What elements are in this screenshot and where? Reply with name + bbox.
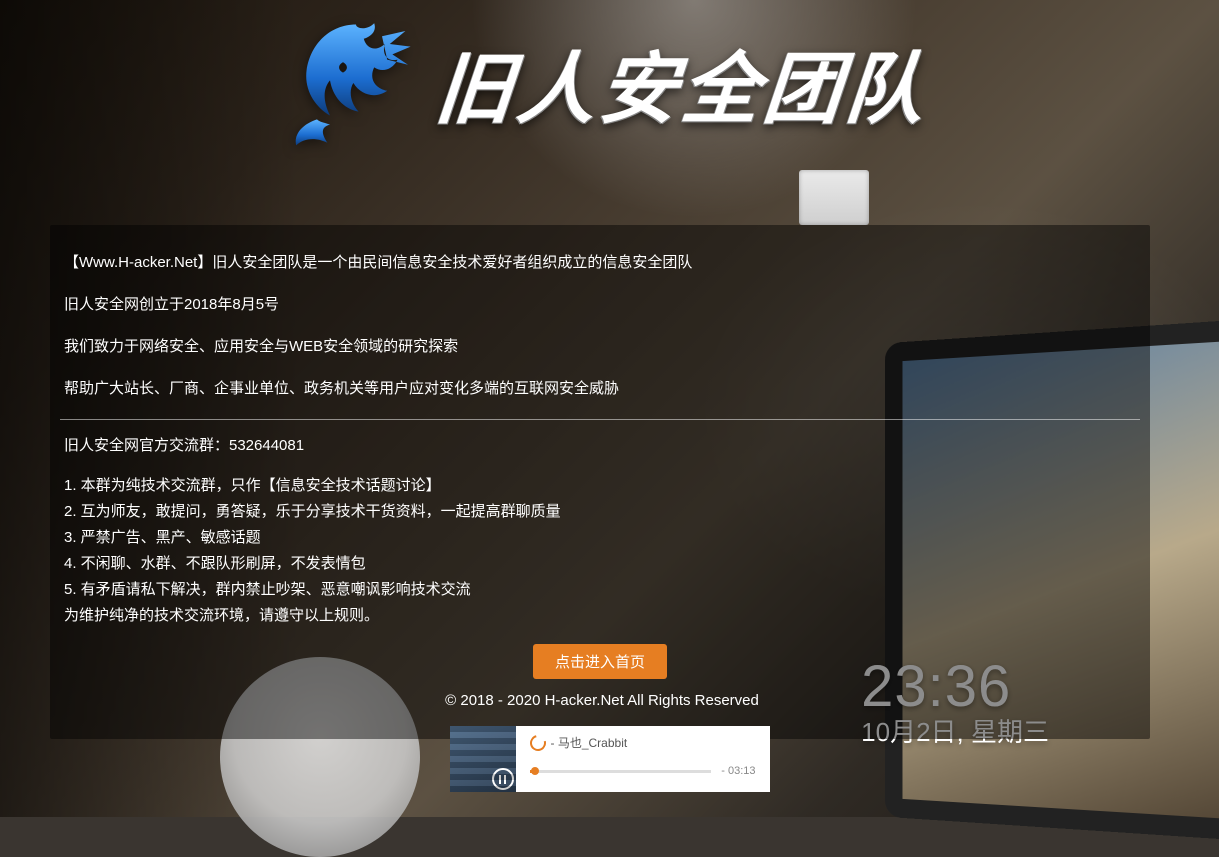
- intro-card: 【Www.H-acker.Net】旧人安全团队是一个由民间信息安全技术爱好者组织…: [50, 225, 1150, 739]
- intro-line-2: 旧人安全网创立于2018年8月5号: [60, 293, 1140, 317]
- hero-title: 旧人安全团队: [431, 27, 933, 139]
- track-duration: - 03:13: [721, 765, 755, 777]
- music-player[interactable]: - 马也_Crabbit - 03:13: [450, 726, 770, 792]
- intro-line-1: 【Www.H-acker.Net】旧人安全团队是一个由民间信息安全技术爱好者组织…: [60, 251, 1140, 275]
- progress-bar[interactable]: - 03:13: [530, 765, 756, 777]
- rules-block: 1. 本群为纯技术交流群，只作【信息安全技术话题讨论】 2. 互为师友，敢提问，…: [60, 474, 1140, 628]
- music-service-icon: [527, 732, 549, 754]
- divider: [60, 419, 1140, 420]
- hero: 旧人安全团队: [0, 18, 1219, 148]
- rule-2: 2. 互为师友，敢提问，勇答疑，乐于分享技术干货资料，一起提高群聊质量: [60, 500, 1140, 524]
- rule-1: 1. 本群为纯技术交流群，只作【信息安全技术话题讨论】: [60, 474, 1140, 498]
- rule-5: 5. 有矛盾请私下解决，群内禁止吵架、恶意嘲讽影响技术交流: [60, 578, 1140, 602]
- dragon-logo-icon: [291, 18, 421, 148]
- pause-icon[interactable]: [492, 768, 514, 790]
- rule-3: 3. 严禁广告、黑产、敏感话题: [60, 526, 1140, 550]
- rule-4: 4. 不闲聊、水群、不跟队形刷屏，不发表情包: [60, 552, 1140, 576]
- qq-group-line: 旧人安全网官方交流群：532644081: [60, 434, 1140, 458]
- album-art[interactable]: [450, 726, 516, 792]
- intro-line-4: 帮助广大站长、厂商、企事业单位、政务机关等用户应对变化多端的互联网安全威胁: [60, 377, 1140, 401]
- enter-homepage-button[interactable]: 点击进入首页: [533, 644, 667, 679]
- rule-6: 为维护纯净的技术交流环境，请遵守以上规则。: [60, 604, 1140, 628]
- intro-line-3: 我们致力于网络安全、应用安全与WEB安全领域的研究探索: [60, 335, 1140, 359]
- copyright-text: © 2018 - 2020 H-acker.Net All Rights Res…: [60, 689, 1140, 713]
- track-title: - 马也_Crabbit: [551, 734, 628, 751]
- progress-handle[interactable]: [531, 767, 539, 775]
